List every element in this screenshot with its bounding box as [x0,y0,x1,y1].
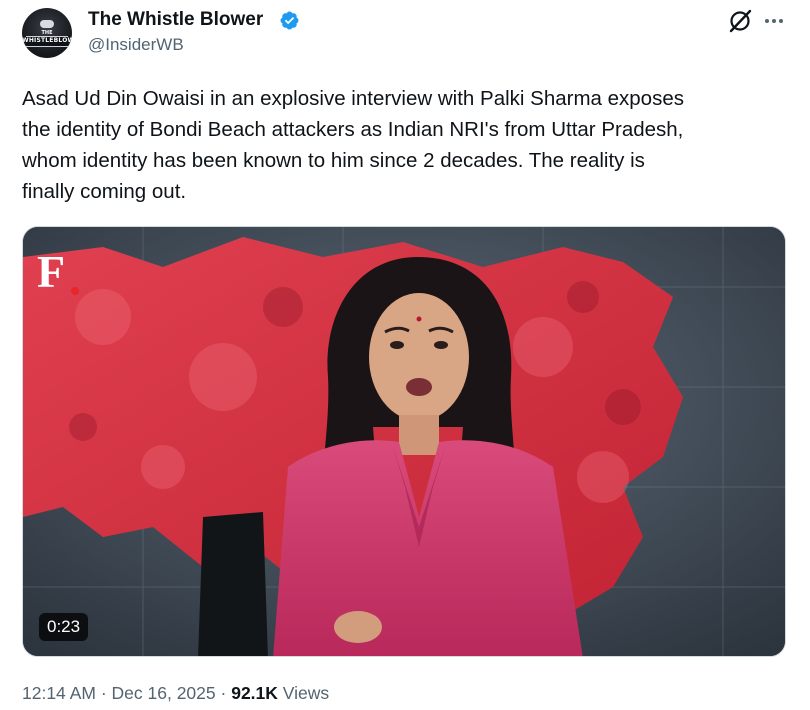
avatar-text: WHISTLEBLOWER [22,37,72,44]
views-label: Views [282,683,330,703]
tweet-text: Asad Ud Din Owaisi in an explosive inter… [22,87,684,203]
author-display-name[interactable]: The Whistle Blower [88,8,263,32]
video-player[interactable]: F 0:23 [22,226,786,657]
meta-separator: · [100,683,107,703]
whistle-icon [40,20,54,28]
author-handle[interactable]: @InsiderWB [88,34,184,56]
tweet-date: Dec 16, 2025 [111,683,216,703]
tweet-meta: 12:14 AM · Dec 16, 2025 · 92.1K Views [22,681,329,705]
video-thumbnail [23,227,785,656]
tweet-card: THE WHISTLEBLOWER The Whistle Blower @In… [0,0,810,710]
avatar[interactable]: THE WHISTLEBLOWER [22,8,72,58]
tweet-time: 12:14 AM [22,683,96,703]
tweet-time-link[interactable]: 12:14 AM · Dec 16, 2025 [22,683,216,703]
meta-separator-2: · [220,683,227,703]
grok-icon[interactable] [727,8,753,34]
channel-logo: F [37,246,66,297]
video-duration-badge: 0:23 [39,613,89,641]
channel-logo-dot [71,287,79,295]
views-count: 92.1K [231,683,278,703]
more-options-icon[interactable] [763,8,785,34]
verified-badge-icon [280,11,299,30]
